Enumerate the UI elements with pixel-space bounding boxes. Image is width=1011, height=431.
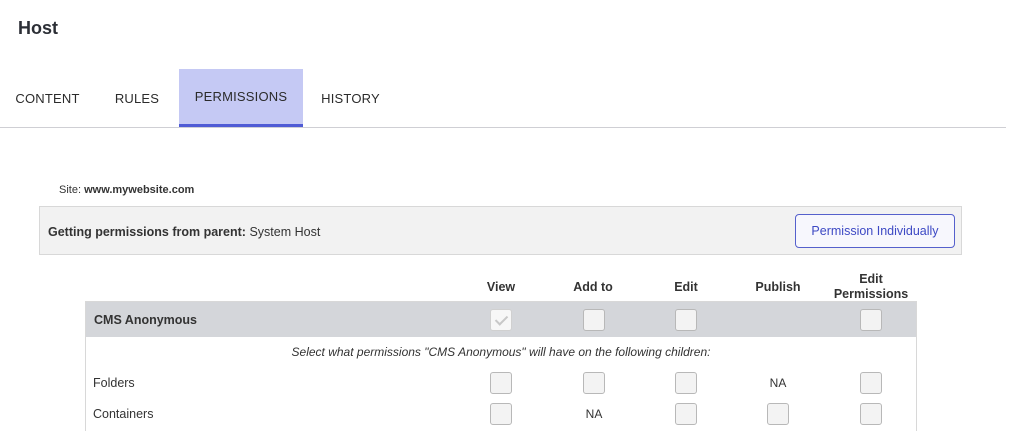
inheritance-parent: System Host <box>249 225 321 239</box>
add-to-checkbox-group[interactable] <box>583 309 605 331</box>
edit-permissions-checkbox-group[interactable] <box>860 309 882 331</box>
col-header-edit-permissions: Edit Permissions <box>833 272 909 301</box>
group-name: CMS Anonymous <box>94 313 198 327</box>
view-checkbox-containers[interactable] <box>490 403 512 425</box>
col-header-view: View <box>486 280 516 294</box>
add-to-checkbox-folders[interactable] <box>583 372 605 394</box>
edit-checkbox-folders[interactable] <box>675 372 697 394</box>
edit-permissions-checkbox-containers[interactable] <box>860 403 882 425</box>
inheritance-bar: Getting permissions from parent: System … <box>39 206 962 255</box>
tab-bar: CONTENT RULES PERMISSIONS HISTORY <box>0 69 1006 128</box>
tab-permissions[interactable]: PERMISSIONS <box>179 69 303 127</box>
site-label: Site: <box>59 184 82 196</box>
inheritance-text: Getting permissions from parent: System … <box>48 225 320 239</box>
publish-na-folders: NA <box>769 376 787 390</box>
row-label-containers: Containers <box>93 407 154 421</box>
page-title: Host <box>18 18 58 38</box>
view-checkbox-group[interactable] <box>490 309 512 331</box>
col-header-edit: Edit <box>674 280 698 294</box>
publish-checkbox-containers[interactable] <box>767 403 789 425</box>
site-value: www.mywebsite.com <box>84 184 195 196</box>
add-to-na-containers: NA <box>585 407 603 421</box>
col-header-add-to: Add to <box>573 280 613 294</box>
col-header-publish: Publish <box>755 280 801 294</box>
tab-rules[interactable]: RULES <box>95 69 179 127</box>
view-checkbox-folders[interactable] <box>490 372 512 394</box>
permission-individually-button[interactable]: Permission Individually <box>795 214 955 248</box>
edit-checkbox-group[interactable] <box>675 309 697 331</box>
group-row-cms-anonymous: CMS Anonymous <box>86 302 916 337</box>
edit-permissions-checkbox-folders[interactable] <box>860 372 882 394</box>
tab-history[interactable]: HISTORY <box>303 69 398 127</box>
children-hint: Select what permissions "CMS Anonymous" … <box>291 345 711 359</box>
inheritance-label: Getting permissions from parent: <box>48 225 246 239</box>
edit-checkbox-containers[interactable] <box>675 403 697 425</box>
site-info: Site: www.mywebsite.com <box>59 184 194 196</box>
permissions-table: CMS Anonymous Select what permissions "C… <box>85 301 917 431</box>
tab-content[interactable]: CONTENT <box>0 69 95 127</box>
row-label-folders: Folders <box>93 376 135 390</box>
